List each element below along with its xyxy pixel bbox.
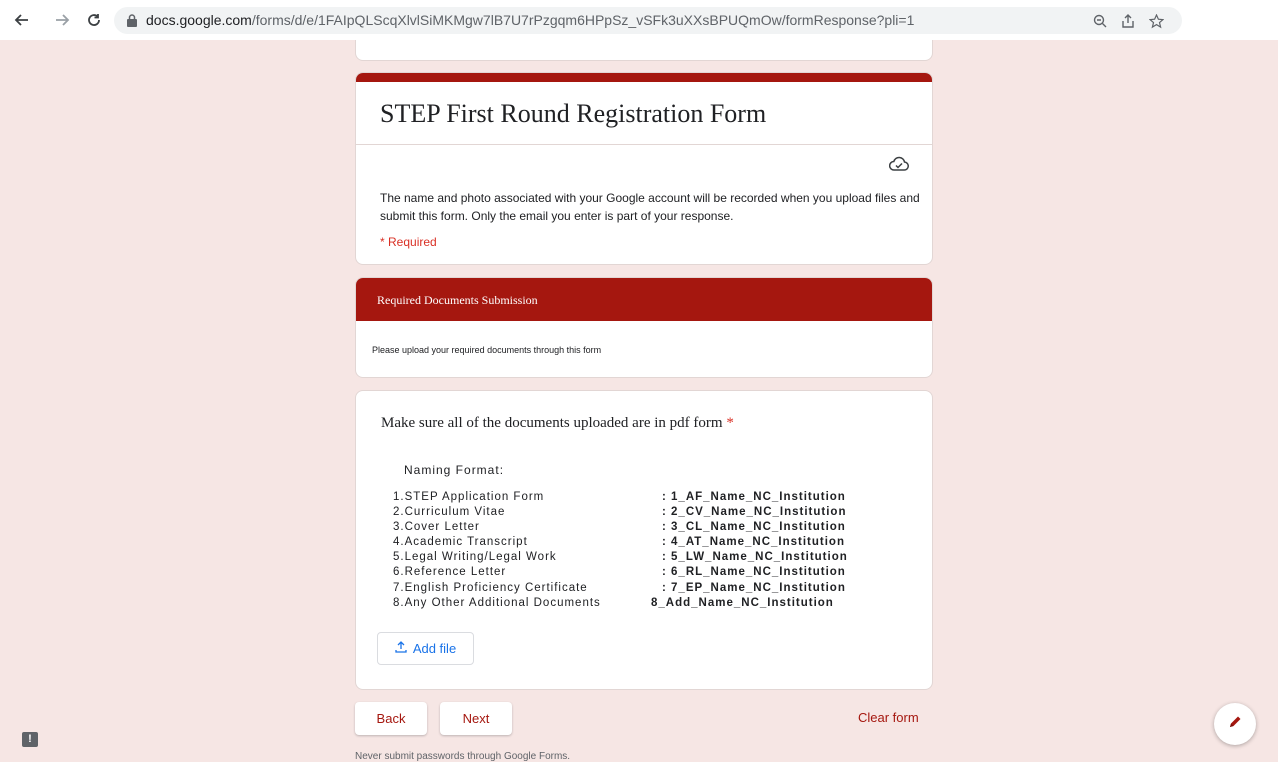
doc-label: 4.Academic Transcript	[393, 536, 528, 549]
list-item: 7.English Proficiency Certificate : 7_EP_…	[393, 582, 913, 597]
url-text: docs.google.com/forms/d/e/1FAIpQLScqXlvl…	[146, 12, 914, 28]
doc-filename: : 3_CL_Name_NC_Institution	[662, 521, 846, 534]
lock-icon	[127, 14, 137, 27]
report-feedback-icon[interactable]: !	[22, 732, 38, 747]
url-path: /forms/d/e/1FAIpQLScqXlvlSiMKMgw7lB7U7rP…	[251, 12, 915, 28]
zoom-icon[interactable]	[1091, 12, 1109, 30]
list-item: 4.Academic Transcript : 4_AT_Name_NC_Inst…	[393, 536, 913, 551]
doc-filename: : 2_CV_Name_NC_Institution	[662, 506, 847, 519]
list-item: 2.Curriculum Vitae : 2_CV_Name_NC_Institu…	[393, 506, 913, 521]
form-header-card: STEP First Round Registration Form The n…	[355, 72, 933, 265]
next-button[interactable]: Next	[440, 702, 512, 735]
upload-icon	[395, 641, 407, 656]
url-domain: docs.google.com	[146, 12, 252, 28]
footer-warning: Never submit passwords through Google Fo…	[355, 751, 571, 762]
list-item: 5.Legal Writing/Legal Work : 5_LW_Name_NC…	[393, 551, 913, 566]
doc-label: 6.Reference Letter	[393, 566, 507, 579]
share-icon[interactable]	[1119, 12, 1137, 30]
naming-format-heading: Naming Format:	[404, 463, 505, 477]
divider	[356, 144, 932, 145]
required-star: *	[726, 415, 734, 431]
header-accent-bar	[356, 73, 932, 82]
form-title: STEP First Round Registration Form	[380, 99, 767, 128]
doc-label: 5.Legal Writing/Legal Work	[393, 551, 557, 564]
reload-icon[interactable]	[84, 10, 104, 30]
address-bar[interactable]: docs.google.com/forms/d/e/1FAIpQLScqXlvl…	[114, 7, 1182, 34]
question-text: Make sure all of the documents uploaded …	[381, 415, 723, 431]
bookmark-star-icon[interactable]	[1147, 12, 1165, 30]
section-description: Please upload your required documents th…	[372, 345, 602, 355]
doc-label: 3.Cover Letter	[393, 521, 480, 534]
required-indicator: * Required	[380, 235, 437, 249]
doc-filename: : 6_RL_Name_NC_Institution	[662, 566, 846, 579]
doc-filename: : 1_AF_Name_NC_Institution	[662, 491, 846, 503]
list-item: 1.STEP Application Form : 1_AF_Name_NC_In…	[393, 491, 913, 506]
naming-format-list: 1.STEP Application Form : 1_AF_Name_NC_In…	[393, 491, 913, 612]
back-arrow-icon[interactable]	[12, 10, 32, 30]
section-card: Required Documents Submission Please upl…	[355, 277, 933, 378]
doc-label: 7.English Proficiency Certificate	[393, 581, 588, 594]
edit-fab-button[interactable]	[1214, 703, 1256, 745]
doc-filename: : 7_EP_Name_NC_Institution	[662, 581, 846, 594]
list-item: 3.Cover Letter : 3_CL_Name_NC_Institution	[393, 521, 913, 536]
doc-label: 1.STEP Application Form	[393, 491, 545, 503]
browser-toolbar: docs.google.com/forms/d/e/1FAIpQLScqXlvl…	[0, 0, 1278, 40]
pencil-icon	[1227, 714, 1243, 735]
add-file-button[interactable]: Add file	[377, 632, 474, 665]
list-item: 8.Any Other Additional Documents 8_Add_Na…	[393, 597, 913, 612]
question-card: Make sure all of the documents uploaded …	[355, 390, 933, 690]
clear-form-button[interactable]: Clear form	[858, 710, 919, 725]
doc-filename: : 4_AT_Name_NC_Institution	[662, 536, 845, 549]
list-item: 6.Reference Letter : 6_RL_Name_NC_Institu…	[393, 566, 913, 581]
doc-label: 2.Curriculum Vitae	[393, 506, 506, 519]
doc-filename: 8_Add_Name_NC_Institution	[651, 596, 834, 609]
forward-arrow-icon[interactable]	[52, 10, 72, 30]
add-file-label: Add file	[412, 641, 457, 656]
account-notice: The name and photo associated with your …	[380, 191, 920, 223]
back-button[interactable]: Back	[355, 702, 427, 735]
previous-card-edge	[355, 40, 933, 61]
section-title: Required Documents Submission	[356, 278, 932, 321]
doc-label: 8.Any Other Additional Documents	[393, 596, 601, 609]
cloud-saved-icon	[888, 156, 909, 172]
doc-filename: : 5_LW_Name_NC_Institution	[662, 551, 848, 564]
question-title: Make sure all of the documents uploaded …	[381, 415, 734, 432]
